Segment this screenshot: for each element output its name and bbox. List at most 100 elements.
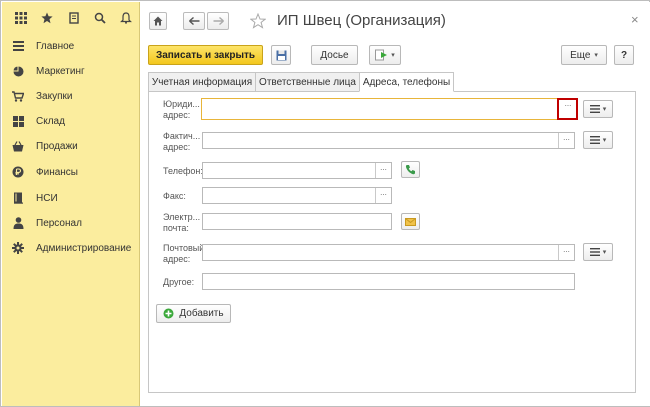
sidebar-item-personnel[interactable]: Персонал [2,213,140,233]
sidebar-item-sales[interactable]: Продажи [2,136,140,156]
forward-button[interactable] [207,12,229,30]
legal-address-field[interactable]: ... [201,98,578,120]
list-menu-icon [589,248,600,256]
help-button[interactable]: ? [614,45,634,65]
more-button[interactable]: Еще ▾ [561,45,607,65]
sidebar-item-finance[interactable]: Финансы [2,162,140,182]
sidebar-item-label: Продажи [36,140,78,152]
email-label-text: Электр... почта: [163,212,201,233]
phone-field[interactable]: ... [202,162,392,179]
page-title: ИП Швец (Организация) [277,12,446,29]
cart-icon [12,90,24,102]
email-label: Электр... почта: [163,212,200,234]
actual-address-label-text: Фактич... адрес: [163,131,201,152]
sidebar-item-label: Маркетинг [36,65,85,77]
postal-address-select-button[interactable]: ... [558,245,574,260]
dropdown-caret-icon: ▾ [602,106,607,113]
legal-address-select-button[interactable]: ... [557,98,578,120]
history-icon[interactable] [60,4,86,32]
gear-icon [12,242,24,254]
save-and-close-button[interactable]: Записать и закрыть [148,45,263,65]
document-arrow-icon [375,49,388,61]
home-button[interactable] [149,12,167,30]
actual-address-field[interactable]: ... [202,132,575,149]
sidebar-item-label: НСИ [36,192,58,204]
home-icon [153,16,163,26]
book-icon [12,192,24,204]
email-field[interactable] [202,213,392,230]
sidebar-item-label: Администрирование [36,242,132,254]
pie-icon [12,65,24,77]
sidebar-item-main[interactable]: Главное [2,36,140,56]
add-button-label: Добавить [179,308,224,319]
postal-address-menu-button[interactable]: ▾ [583,243,613,261]
fax-label: Факс: [163,191,186,201]
list-menu-icon [589,105,600,113]
dropdown-caret-icon: ▾ [594,52,598,59]
sidebar-item-purchases[interactable]: Закупки [2,86,140,106]
sidebar-toolbar [2,2,139,34]
back-button[interactable] [183,12,205,30]
notifications-bell-icon[interactable] [113,4,139,32]
postal-address-label: Почтовый адрес: [163,243,204,265]
phone-label: Телефон: [163,166,203,176]
apps-grid-icon[interactable] [8,4,34,32]
dropdown-caret-icon: ▾ [602,249,607,256]
hamburger-icon [12,40,24,52]
tab-panel: Юриди... адрес: ... ▾ Фактич... адрес: .… [148,91,636,393]
legal-address-menu-button[interactable]: ▾ [583,100,613,118]
sidebar-item-label: Персонал [36,217,82,229]
dossier-button[interactable]: Досье [311,45,358,65]
create-based-on-button[interactable]: ▾ [369,45,401,65]
postal-address-label-text: Почтовый адрес: [163,243,205,264]
legal-address-label: Юриди... адрес: [163,99,200,121]
tab-addresses-phones[interactable]: Адреса, телефоны [359,72,454,92]
envelope-icon [405,217,416,226]
sidebar-item-marketing[interactable]: Маркетинг [2,61,140,81]
more-button-label: Еще [570,49,591,61]
plus-circle-icon [163,308,174,319]
window-frame: Главное Маркетинг Закупки Склад Продажи … [0,0,650,407]
sidebar-item-label: Главное [36,40,75,52]
sidebar-item-warehouse[interactable]: Склад [2,111,140,131]
actual-address-select-button[interactable]: ... [558,133,574,148]
actual-address-menu-button[interactable]: ▾ [583,131,613,149]
favorite-star-button[interactable] [249,12,267,30]
arrow-right-icon [213,17,224,25]
phone-icon [405,165,415,175]
favorites-star-icon[interactable] [34,4,60,32]
sidebar-item-label: Финансы [36,166,78,178]
sidebar-item-label: Склад [36,115,65,127]
add-contact-button[interactable]: Добавить [156,304,231,323]
other-label: Другое: [163,277,195,287]
dropdown-caret-icon: ▾ [391,52,395,59]
phone-call-button[interactable] [401,161,420,178]
phone-select-button[interactable]: ... [375,163,391,178]
fax-field[interactable]: ... [202,187,392,204]
dropdown-caret-icon: ▾ [602,137,607,144]
grid-icon [12,115,24,127]
sidebar-item-administration[interactable]: Администрирование [2,238,140,258]
sidebar-item-nsi[interactable]: НСИ [2,188,140,208]
list-menu-icon [589,136,600,144]
postal-address-field[interactable]: ... [202,244,575,261]
send-email-button[interactable] [401,213,420,230]
search-icon[interactable] [87,4,113,32]
fax-select-button[interactable]: ... [375,188,391,203]
floppy-disk-icon [276,50,286,60]
sidebar-item-label: Закупки [36,90,73,102]
coin-icon [12,166,24,178]
star-outline-icon [250,13,266,29]
legal-address-label-text: Юриди... адрес: [163,99,200,120]
tab-accounting-info[interactable]: Учетная информация [148,72,256,92]
person-icon [12,217,24,229]
tab-responsible-persons[interactable]: Ответственные лица [255,72,360,92]
sidebar: Главное Маркетинг Закупки Склад Продажи … [2,2,140,406]
actual-address-label: Фактич... адрес: [163,131,200,153]
close-button[interactable]: × [631,12,639,27]
main-panel: ИП Швец (Организация) × Записать и закры… [141,2,650,406]
basket-icon [12,140,24,152]
save-button[interactable] [271,45,291,65]
other-field[interactable] [202,273,575,290]
arrow-left-icon [188,17,199,25]
